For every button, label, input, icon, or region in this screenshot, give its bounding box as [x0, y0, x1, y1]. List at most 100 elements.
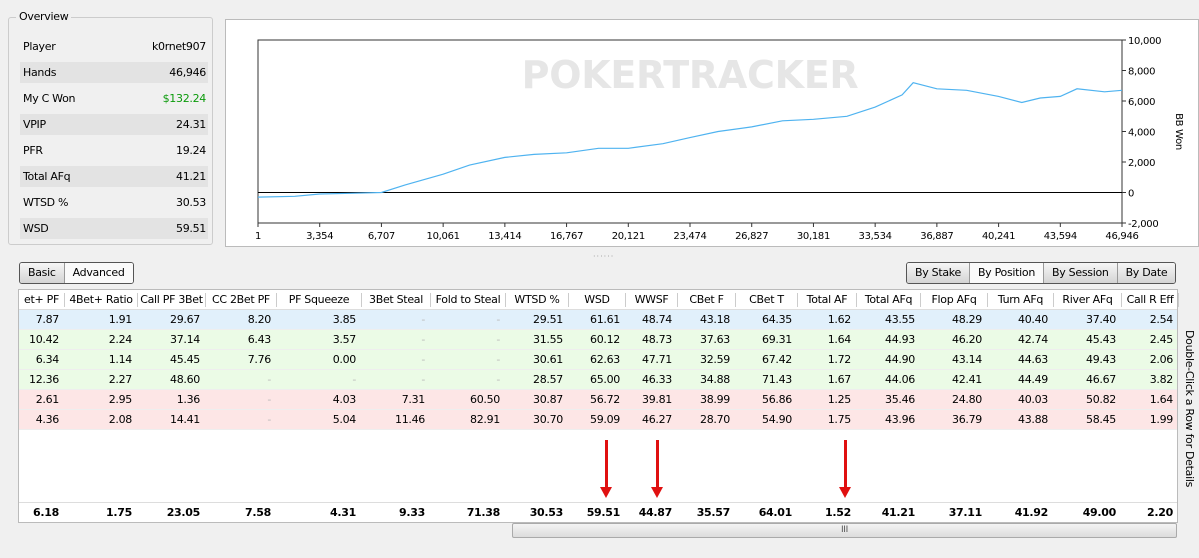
splitter-handle[interactable]: ······ [593, 252, 614, 261]
chart-svg: POKERTRACKER 10,000 8,000 6,000 4,000 2,000 0 -… [255, 36, 1184, 257]
table-cell: 10.42 [29, 333, 59, 346]
table-row[interactable]: 12.36 2.27 48.60 - - - - 28.57 65.00 46.33 34.88 71… [19, 370, 1177, 390]
column-header[interactable]: River AFq [1054, 293, 1122, 307]
column-header[interactable]: Total AFq [857, 293, 921, 307]
table-cell: 67.42 [762, 353, 792, 366]
tab-advanced[interactable]: Advanced [64, 263, 133, 283]
table-cell: 36.79 [952, 413, 982, 426]
table-row[interactable]: 7.87 1.91 29.67 8.20 3.85 - - 29.51 61.61 48.74 43… [19, 310, 1177, 330]
scrollbar-grip[interactable]: III [841, 525, 848, 535]
total-cell: 9.33 [399, 506, 425, 519]
table-cell: - [496, 333, 500, 346]
column-header[interactable]: 3Bet Steal [362, 293, 431, 307]
table-cell: 11.46 [395, 413, 425, 426]
red-arrow-wsd [600, 440, 612, 498]
overview-row-player: Player k0rnet907 [20, 36, 208, 57]
column-header[interactable]: CBet F [678, 293, 736, 307]
overview-label: PFR [23, 144, 43, 157]
bb-won-chart: POKERTRACKER 10,000 8,000 6,000 4,000 2,000 0 -… [225, 19, 1199, 257]
table-cell: 7.87 [35, 313, 60, 326]
grouping-tabs: By Stake By Position By Session By Date [906, 262, 1177, 284]
total-cell: 44.87 [638, 506, 673, 519]
table-cell: 43.55 [885, 313, 915, 326]
total-cell: 2.20 [1147, 506, 1173, 519]
table-cell: 29.51 [533, 313, 563, 326]
column-header[interactable]: Flop AFq [921, 293, 988, 307]
total-cell: 1.75 [106, 506, 132, 519]
y-tick-label: 6,000 [1128, 97, 1155, 108]
table-row[interactable]: 4.36 2.08 14.41 - 5.04 11.46 82.91 30.70 59.09 46… [19, 410, 1177, 430]
overview-value: 59.51 [176, 222, 206, 235]
overview-value: 41.21 [176, 170, 206, 183]
table-cell: 59.09 [590, 413, 620, 426]
table-cell: 2.08 [108, 413, 133, 426]
total-cell: 6.18 [33, 506, 59, 519]
table-cell: - [496, 353, 500, 366]
total-cell: 59.51 [586, 506, 621, 519]
x-tick-label: 16,767 [550, 231, 583, 242]
tab-by-session[interactable]: By Session [1044, 263, 1118, 283]
table-row[interactable]: 2.61 2.95 1.36 - 4.03 7.31 60.50 30.87 56.72 39.8… [19, 390, 1177, 410]
column-header[interactable]: 4Bet+ Ratio [65, 293, 138, 307]
tab-by-date[interactable]: By Date [1117, 263, 1176, 283]
tab-basic[interactable]: Basic [20, 263, 65, 283]
tab-by-position[interactable]: By Position [969, 263, 1045, 283]
table-cell: 56.72 [590, 393, 620, 406]
table-cell: 60.50 [470, 393, 500, 406]
column-header[interactable]: PF Squeeze [277, 293, 362, 307]
total-cell: 4.31 [330, 506, 356, 519]
table-cell: 46.27 [642, 413, 672, 426]
table-cell: - [352, 373, 356, 386]
column-header[interactable]: et+ PF [19, 293, 65, 307]
total-cell: 64.01 [758, 506, 793, 519]
column-header[interactable]: WTSD % [506, 293, 569, 307]
table-cell: 43.18 [700, 313, 730, 326]
overview-label: Player [23, 40, 56, 53]
table-cell: 64.35 [762, 313, 792, 326]
table-cell: 58.45 [1086, 413, 1116, 426]
table-cell: 45.45 [170, 353, 200, 366]
table-row[interactable]: 10.42 2.24 37.14 6.43 3.57 - - 31.55 60.12 48.73 3… [19, 330, 1177, 350]
overview-row-pfr: PFR 19.24 [20, 140, 208, 161]
column-header[interactable]: WWSF [626, 293, 678, 307]
tab-by-stake[interactable]: By Stake [907, 263, 970, 283]
table-cell: 1.91 [108, 313, 133, 326]
overview-row-wsd: WSD 59.51 [20, 218, 208, 239]
table-cell: 46.20 [952, 333, 982, 346]
y-tick-label: 0 [1128, 189, 1134, 200]
horizontal-scrollbar[interactable]: III [512, 523, 1177, 538]
total-cell: 35.57 [696, 506, 731, 519]
double-click-hint: Double-Click a Row for Details [1183, 330, 1196, 488]
column-header[interactable]: Call PF 3Bet [138, 293, 206, 307]
column-header[interactable]: Call R Eff [1122, 293, 1179, 307]
table-cell: 12.36 [29, 373, 59, 386]
total-cell: 7.58 [245, 506, 271, 519]
table-cell: 1.36 [176, 393, 201, 406]
table-cell: 1.99 [1149, 413, 1174, 426]
table-cell: 43.88 [1018, 413, 1048, 426]
column-header[interactable]: Turn AFq [988, 293, 1054, 307]
x-tick-label: 1 [255, 231, 261, 242]
column-header[interactable]: WSD [569, 293, 626, 307]
column-header[interactable]: CBet T [736, 293, 798, 307]
table-cell: 45.43 [1086, 333, 1116, 346]
table-cell: 24.80 [952, 393, 982, 406]
table-cell: 71.43 [762, 373, 792, 386]
x-tick-label: 13,414 [488, 231, 521, 242]
table-row[interactable]: 6.34 1.14 45.45 7.76 0.00 - - 30.61 62.63 47.71 32… [19, 350, 1177, 370]
column-header[interactable]: CC 2Bet PF [206, 293, 277, 307]
red-arrow-wwsf [651, 440, 663, 498]
column-header[interactable]: Fold to Steal [431, 293, 506, 307]
x-tick-label: 36,887 [920, 231, 953, 242]
overview-value: 19.24 [176, 144, 206, 157]
table-cell: 30.70 [533, 413, 563, 426]
column-header[interactable]: Total AF [798, 293, 857, 307]
overview-value: $132.24 [162, 92, 207, 105]
table-cell: 43.14 [952, 353, 982, 366]
total-cell: 71.38 [466, 506, 501, 519]
view-mode-tabs: Basic Advanced [19, 262, 134, 284]
table-cell: 2.61 [35, 393, 60, 406]
table-cell: 6.34 [35, 353, 60, 366]
table-cell: 7.31 [401, 393, 426, 406]
table-cell: 7.76 [247, 353, 272, 366]
